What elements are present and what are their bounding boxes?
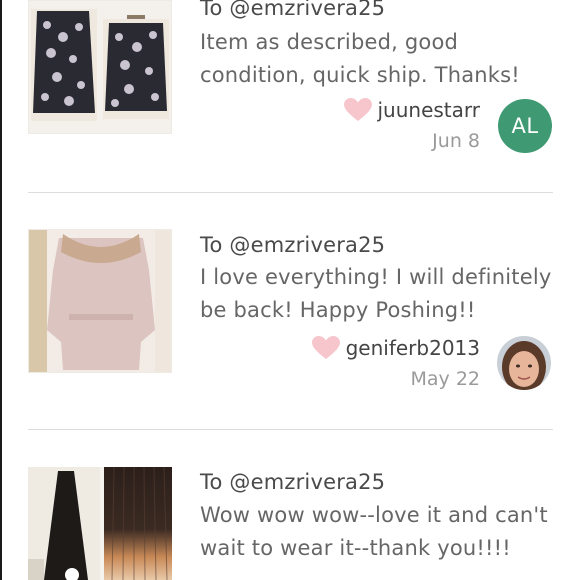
profile-photo — [497, 336, 551, 390]
author-row: geniferb2013 — [311, 336, 480, 360]
lace-dress-photo — [29, 1, 171, 133]
recipient-line: To @emzrivera25 — [200, 470, 386, 494]
recipient-line: To @emzrivera25 — [200, 0, 386, 20]
listing-thumbnail-2[interactable] — [28, 229, 172, 373]
listing-thumbnail-1[interactable] — [28, 0, 172, 134]
review-date: Jun 8 — [432, 130, 480, 152]
reviewer-avatar[interactable] — [497, 336, 551, 390]
review-date: May 22 — [410, 368, 481, 390]
reviewer-username[interactable]: juunestarr — [378, 98, 481, 122]
listing-thumbnail-3[interactable] — [28, 467, 172, 580]
divider — [28, 192, 553, 193]
blush-dress-photo — [29, 230, 171, 372]
reviewer-username[interactable]: geniferb2013 — [346, 336, 480, 360]
review-comment: Wow wow wow--love it and can't wait to w… — [200, 503, 548, 560]
review-comment: I love everything! I will definitely be … — [200, 265, 552, 322]
maxi-dress-photo — [28, 467, 172, 580]
heart-icon[interactable] — [311, 336, 340, 360]
review-card-2: To @emzrivera25 I love everything! I wil… — [0, 229, 580, 429]
divider — [28, 429, 553, 430]
review-comment: Item as described, good condition, quick… — [200, 30, 520, 87]
review-card-3: To @emzrivera25 Wow wow wow--love it and… — [0, 467, 580, 580]
author-row: juunestarr — [343, 98, 481, 122]
recipient-line: To @emzrivera25 — [200, 233, 386, 257]
reviewer-avatar[interactable]: AL — [498, 99, 552, 153]
love-notes-feed: To @emzrivera25 Item as described, good … — [0, 0, 580, 580]
heart-icon[interactable] — [343, 98, 372, 122]
avatar-initials: AL — [511, 114, 539, 138]
review-card-1: To @emzrivera25 Item as described, good … — [0, 0, 580, 192]
